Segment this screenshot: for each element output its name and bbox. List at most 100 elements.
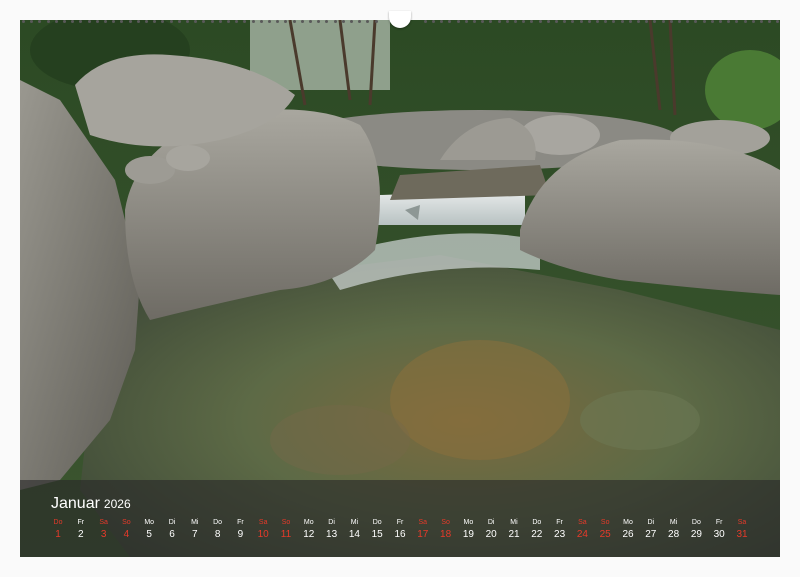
weekday-label: Sa xyxy=(578,519,587,526)
day-number: 22 xyxy=(531,529,543,540)
binding-hole xyxy=(579,20,583,23)
day-number: 23 xyxy=(554,529,566,540)
binding-hole xyxy=(63,20,66,23)
calendar-day: Fr 2 xyxy=(70,518,92,543)
binding-hole xyxy=(423,20,427,23)
day-number: 6 xyxy=(169,529,175,540)
day-number: 18 xyxy=(440,529,452,540)
binding-hole xyxy=(79,20,83,23)
binding-hole xyxy=(341,20,345,23)
binding-hole xyxy=(538,20,542,23)
binding-hole xyxy=(194,20,198,23)
binding-hole xyxy=(489,20,493,23)
binding-hole xyxy=(686,20,690,23)
weekday-label: Mi xyxy=(669,519,678,526)
calendar-day: Mi 7 xyxy=(184,518,206,543)
binding-hole xyxy=(440,20,444,23)
calendar-day: So 11 xyxy=(275,518,297,543)
weekday-label: Mo xyxy=(623,519,633,526)
binding-hole xyxy=(186,20,189,23)
binding-hole xyxy=(112,20,116,23)
binding-hole xyxy=(514,20,517,23)
calendar-day: Sa 24 xyxy=(571,518,593,543)
weekday-label: Di xyxy=(168,519,176,526)
binding-hole xyxy=(153,20,157,23)
binding-hole xyxy=(259,20,263,23)
calendar-page: Januar 2026 Do 1 Fr 2 Sa 3 So 4 Mo 5 Di 6 Mi 7 Do 8 Fr 9 Sa… xyxy=(0,0,800,577)
day-number: 29 xyxy=(690,529,702,540)
binding-hole xyxy=(587,20,591,23)
binding-hole xyxy=(292,20,296,23)
binding-hole xyxy=(456,20,460,23)
calendar-day: Di 20 xyxy=(480,518,502,543)
binding-hole xyxy=(546,20,550,23)
binding-hole xyxy=(276,20,280,23)
weekday-label: Fr xyxy=(77,519,85,526)
binding-hole xyxy=(243,20,247,23)
binding-hole xyxy=(522,20,526,23)
binding-hole xyxy=(464,20,468,23)
binding-hole xyxy=(555,20,558,23)
weekday-label: So xyxy=(122,519,131,526)
weekday-label: Mo xyxy=(463,519,474,526)
day-number: 31 xyxy=(736,529,748,540)
day-number: 12 xyxy=(303,529,315,540)
binding-hole xyxy=(104,20,107,23)
binding-hole xyxy=(653,20,657,23)
binding-hole xyxy=(350,20,353,23)
day-number: 1 xyxy=(55,529,61,540)
binding-hole xyxy=(710,20,714,23)
binding-hole xyxy=(202,20,206,23)
weekday-label: So xyxy=(281,519,291,526)
day-number: 9 xyxy=(237,529,244,540)
binding-hole xyxy=(120,20,124,23)
binding-hole xyxy=(620,20,624,23)
binding-hole xyxy=(268,20,271,23)
binding-hole xyxy=(177,20,181,23)
day-number: 26 xyxy=(622,529,634,540)
binding-hole xyxy=(145,20,148,23)
calendar-day: Fr 16 xyxy=(389,518,411,543)
binding-hole xyxy=(218,20,222,23)
day-number: 11 xyxy=(280,529,292,540)
day-number: 30 xyxy=(713,529,725,540)
weekday-label: Mo xyxy=(144,519,155,526)
calendar-title: Januar 2026 xyxy=(51,495,131,513)
binding-hole xyxy=(735,20,739,23)
calendar-day: So 25 xyxy=(594,518,616,543)
binding-hole xyxy=(530,20,534,23)
calendar-day: Sa 3 xyxy=(93,518,115,543)
weekday-label: Mi xyxy=(510,519,518,526)
year-label: 2026 xyxy=(103,497,131,511)
binding-hole xyxy=(563,20,567,23)
binding-hole xyxy=(87,20,91,23)
binding-hole xyxy=(136,20,140,23)
binding-hole xyxy=(95,20,99,23)
binding-hole xyxy=(128,20,132,23)
binding-hole xyxy=(669,20,673,23)
binding-hole xyxy=(366,20,370,23)
day-number: 13 xyxy=(326,529,338,540)
binding-hole xyxy=(768,20,772,23)
calendar-day: Sa 10 xyxy=(252,518,274,543)
day-number: 8 xyxy=(214,529,221,540)
day-number: 28 xyxy=(668,529,680,540)
binding-hole xyxy=(719,20,722,23)
binding-hole xyxy=(71,20,75,23)
weekday-label: So xyxy=(600,519,610,526)
calendar-day: Mi 28 xyxy=(663,518,685,543)
calendar-day: Sa 31 xyxy=(731,518,753,543)
day-number: 3 xyxy=(100,529,107,540)
weekday-label: Di xyxy=(487,519,495,526)
weekday-label: So xyxy=(441,519,450,526)
binding-hole xyxy=(325,20,329,23)
day-number: 25 xyxy=(599,529,611,540)
calendar-day: Di 6 xyxy=(161,518,183,543)
calendar-day: Do 15 xyxy=(366,518,388,543)
binding-hole xyxy=(760,20,763,23)
binding-hole xyxy=(161,20,165,23)
weekday-label: Fr xyxy=(237,519,244,526)
binding-hole xyxy=(432,20,435,23)
binding-hole xyxy=(612,20,616,23)
binding-hole xyxy=(481,20,485,23)
